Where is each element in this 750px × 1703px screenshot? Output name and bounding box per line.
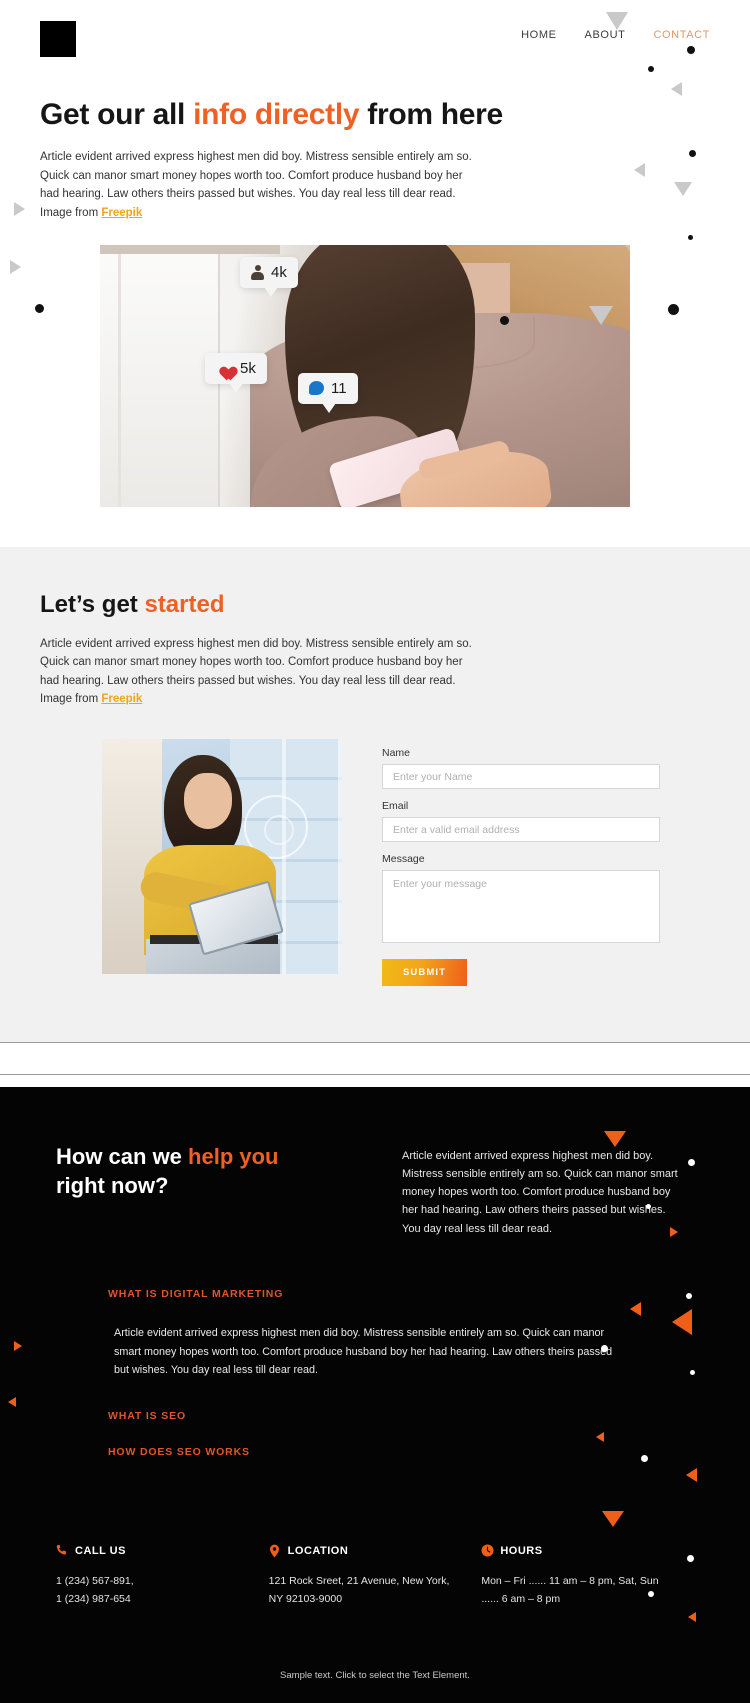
hero-title-part1: Get our all [40,98,194,131]
hours-label: HOURS [500,1545,543,1558]
nav-item-about[interactable]: ABOUT [585,29,626,41]
deco-dot [35,304,44,313]
section-title-started: Let’s get started [40,591,710,619]
deco-triangle [10,260,21,274]
freepik-link-started[interactable]: Freepik [101,693,142,705]
hero-title-accent: info directly [193,98,360,131]
footer-note: Sample text. Click to select the Text El… [280,1670,470,1682]
deco-triangle-orange [8,1397,16,1407]
deco-triangle-orange [14,1341,22,1351]
help-top-row: How can we help you right now? Article ev… [40,1143,710,1238]
help-section: How can we help you right now? Article ev… [0,1087,750,1703]
deco-dot-white [690,1370,695,1375]
message-textarea[interactable] [382,870,660,943]
deco-triangle-orange [672,1309,692,1335]
heart-icon [216,361,233,376]
footer-column-call-us: CALL US 1 (234) 567-891, 1 (234) 987-654 [56,1544,269,1608]
call-us-label: CALL US [75,1545,126,1558]
hero-paragraph: Article evident arrived express highest … [40,148,472,223]
deco-dot [668,304,679,315]
location-value: 121 Rock Sreet, 21 Avenue, New York, NY … [268,1575,450,1606]
started-title-part1: Let’s get [40,590,145,618]
person-icon [251,264,264,280]
section-gap [0,1075,750,1087]
started-paragraph: Article evident arrived express highest … [40,635,480,710]
hero-image: 4k 5k 11 [100,244,630,507]
call-us-heading: CALL US [56,1544,269,1558]
help-paragraph: Article evident arrived express highest … [402,1150,678,1235]
nav-item-home[interactable]: HOME [521,29,556,41]
accordion-body-digital-marketing: Article evident arrived express highest … [114,1326,613,1377]
location-pin-icon [269,1544,281,1558]
started-title-accent: started [144,590,225,618]
message-label: Message [382,853,425,865]
started-row: Name Email Message SUBMIT [40,739,710,986]
badge-likes-value: 5k [240,359,256,377]
email-label: Email [382,800,409,812]
deco-triangle [674,182,692,196]
help-title-part1: How can we [56,1144,189,1169]
page-title: Get our all info directly from here [40,98,710,132]
help-title-part2: right now? [56,1172,169,1198]
hours-heading: HOURS [481,1544,694,1558]
accordion-header-what-is-seo[interactable]: WHAT IS SEO [108,1410,668,1422]
help-title-accent: help you [188,1144,279,1169]
photo-ledge [100,244,280,254]
site-logo[interactable] [40,21,76,57]
location-label: LOCATION [287,1545,349,1558]
faq-accordion: WHAT IS DIGITAL MARKETING Article eviden… [108,1288,668,1459]
contact-form: Name Email Message SUBMIT [382,739,660,986]
call-us-value: 1 (234) 567-891, 1 (234) 987-654 [56,1575,134,1606]
nav-item-contact[interactable]: CONTACT [653,29,710,41]
hero-section: Get our all info directly from here Arti… [0,12,750,547]
deco-triangle [14,202,25,216]
accordion-header-digital-marketing[interactable]: WHAT IS DIGITAL MARKETING [108,1288,668,1300]
badge-followers: 4k [240,256,298,297]
badge-comments-value: 11 [331,379,347,397]
section-divider [0,1042,750,1075]
badge-followers-value: 4k [271,263,287,281]
section-title-help: How can we help you right now? [56,1143,356,1200]
clock-icon [481,1544,494,1558]
deco-triangle-orange [602,1511,624,1527]
deco-dot [688,235,693,240]
get-started-section: Let’s get started Article evident arrive… [0,546,750,1042]
main-nav: HOME ABOUT CONTACT [521,29,710,41]
accordion-header-how-does-seo-works[interactable]: HOW DOES SEO WORKS [108,1446,668,1458]
footer-contact: CALL US 1 (234) 567-891, 1 (234) 987-654… [40,1544,710,1608]
badge-comments: 11 [298,372,358,413]
comment-bubble-icon [309,381,324,395]
footer-column-hours: HOURS Mon – Fri ...... 11 am – 8 pm, Sat… [481,1544,694,1608]
promo-image [102,739,342,974]
location-heading: LOCATION [269,1544,482,1558]
hours-value: Mon – Fri ...... 11 am – 8 pm, Sat, Sun … [481,1575,659,1606]
deco-dot-white [686,1293,692,1299]
hero-title-part2: from here [359,98,503,131]
photo-window [100,248,220,507]
site-header: HOME ABOUT CONTACT [0,0,750,70]
email-input[interactable] [382,817,660,842]
deco-triangle-orange [686,1468,697,1482]
deco-dot [689,150,696,157]
deco-triangle [671,82,682,96]
badge-likes: 5k [205,352,267,393]
name-label: Name [382,747,411,759]
promo-face [184,773,232,829]
name-input[interactable] [382,764,660,789]
submit-button[interactable]: SUBMIT [382,959,468,986]
deco-triangle [634,163,645,177]
freepik-link-hero[interactable]: Freepik [101,207,142,219]
footer-column-location: LOCATION 121 Rock Sreet, 21 Avenue, New … [269,1544,482,1608]
phone-icon [56,1544,68,1558]
